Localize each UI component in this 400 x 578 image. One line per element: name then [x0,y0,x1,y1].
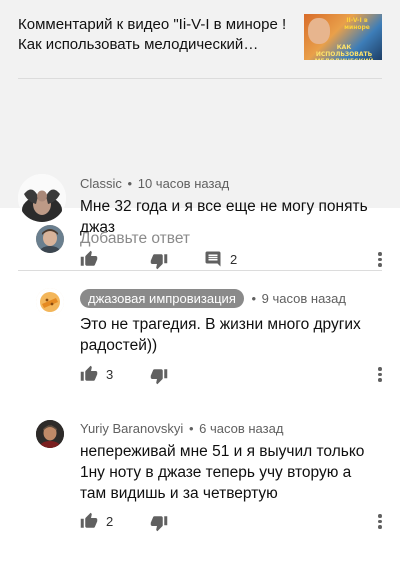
thumbnail-caption-top: II-V-I в миноре [344,17,370,31]
meta-separator: • [188,421,194,436]
comment-meta: джазовая импровизация • 9 часов назад [80,289,346,308]
comment-text: непереживай мне 51 и я выучил только 1ну… [80,443,365,502]
comment-time[interactable]: 10 часов назад [138,176,230,191]
author-name[interactable]: Classic [80,176,122,191]
video-header[interactable]: Комментарий к видео "Ii-V-I в миноре ! К… [0,0,400,78]
reply-box[interactable]: Добавьте ответ [0,208,400,270]
thumb-down-icon [150,369,168,385]
more-vert-icon-dot [378,519,382,523]
channel-logo-icon [36,288,64,316]
more-vert-icon-dot [378,372,382,376]
avatar-image [36,420,64,448]
current-user-avatar [36,225,64,253]
thumb-up-icon [80,512,98,528]
comment-thread-header-area: Комментарий к видео "Ii-V-I в миноре ! К… [0,0,400,270]
thumbnail-caption-bottom: КАК ИСПОЛЬЗОВАТЬ МЕЛОДИЧЕСКИЙ МИНОР [315,44,374,60]
more-vert-icon [378,367,382,371]
header-divider [18,78,382,79]
comment-actions: 3 [80,365,380,387]
comment-time[interactable]: 6 часов назад [199,421,283,436]
avatar[interactable] [36,420,64,448]
author-name[interactable]: Yuriy Baranovskyi [80,421,183,436]
thumbnail-person [308,18,330,44]
comment-meta: Classic • 10 часов назад [80,176,229,191]
like-count: 2 [106,513,114,529]
more-options-button[interactable] [374,365,386,385]
like-count: 3 [106,366,114,382]
more-options-button[interactable] [374,512,386,532]
thumb-down-icon [150,516,168,532]
more-vert-icon-dot [378,525,382,529]
dislike-button[interactable] [150,514,168,532]
reply-box-divider [18,270,382,271]
reply-input[interactable]: Добавьте ответ [80,230,190,248]
more-vert-icon [378,514,382,518]
comment-text: Это не трагедия. В жизни много других ра… [80,316,361,354]
comment-meta: Yuriy Baranovskyi • 6 часов назад [80,421,283,436]
video-title[interactable]: Комментарий к видео "Ii-V-I в миноре ! К… [18,15,296,55]
like-button[interactable]: 2 [80,512,113,530]
thumb-up-icon [80,365,98,381]
comment-time[interactable]: 9 часов назад [262,291,346,306]
current-user-avatar-image [36,225,64,253]
meta-separator: • [251,291,257,306]
comment-actions: 2 [80,512,380,534]
avatar[interactable] [36,288,64,316]
dislike-button[interactable] [150,367,168,385]
like-button[interactable]: 3 [80,365,113,383]
more-vert-icon-dot [378,378,382,382]
video-thumbnail[interactable]: II-V-I в миноре КАК ИСПОЛЬЗОВАТЬ МЕЛОДИЧ… [304,14,382,60]
meta-separator: • [127,176,133,191]
author-badge[interactable]: джазовая импровизация [80,289,244,308]
